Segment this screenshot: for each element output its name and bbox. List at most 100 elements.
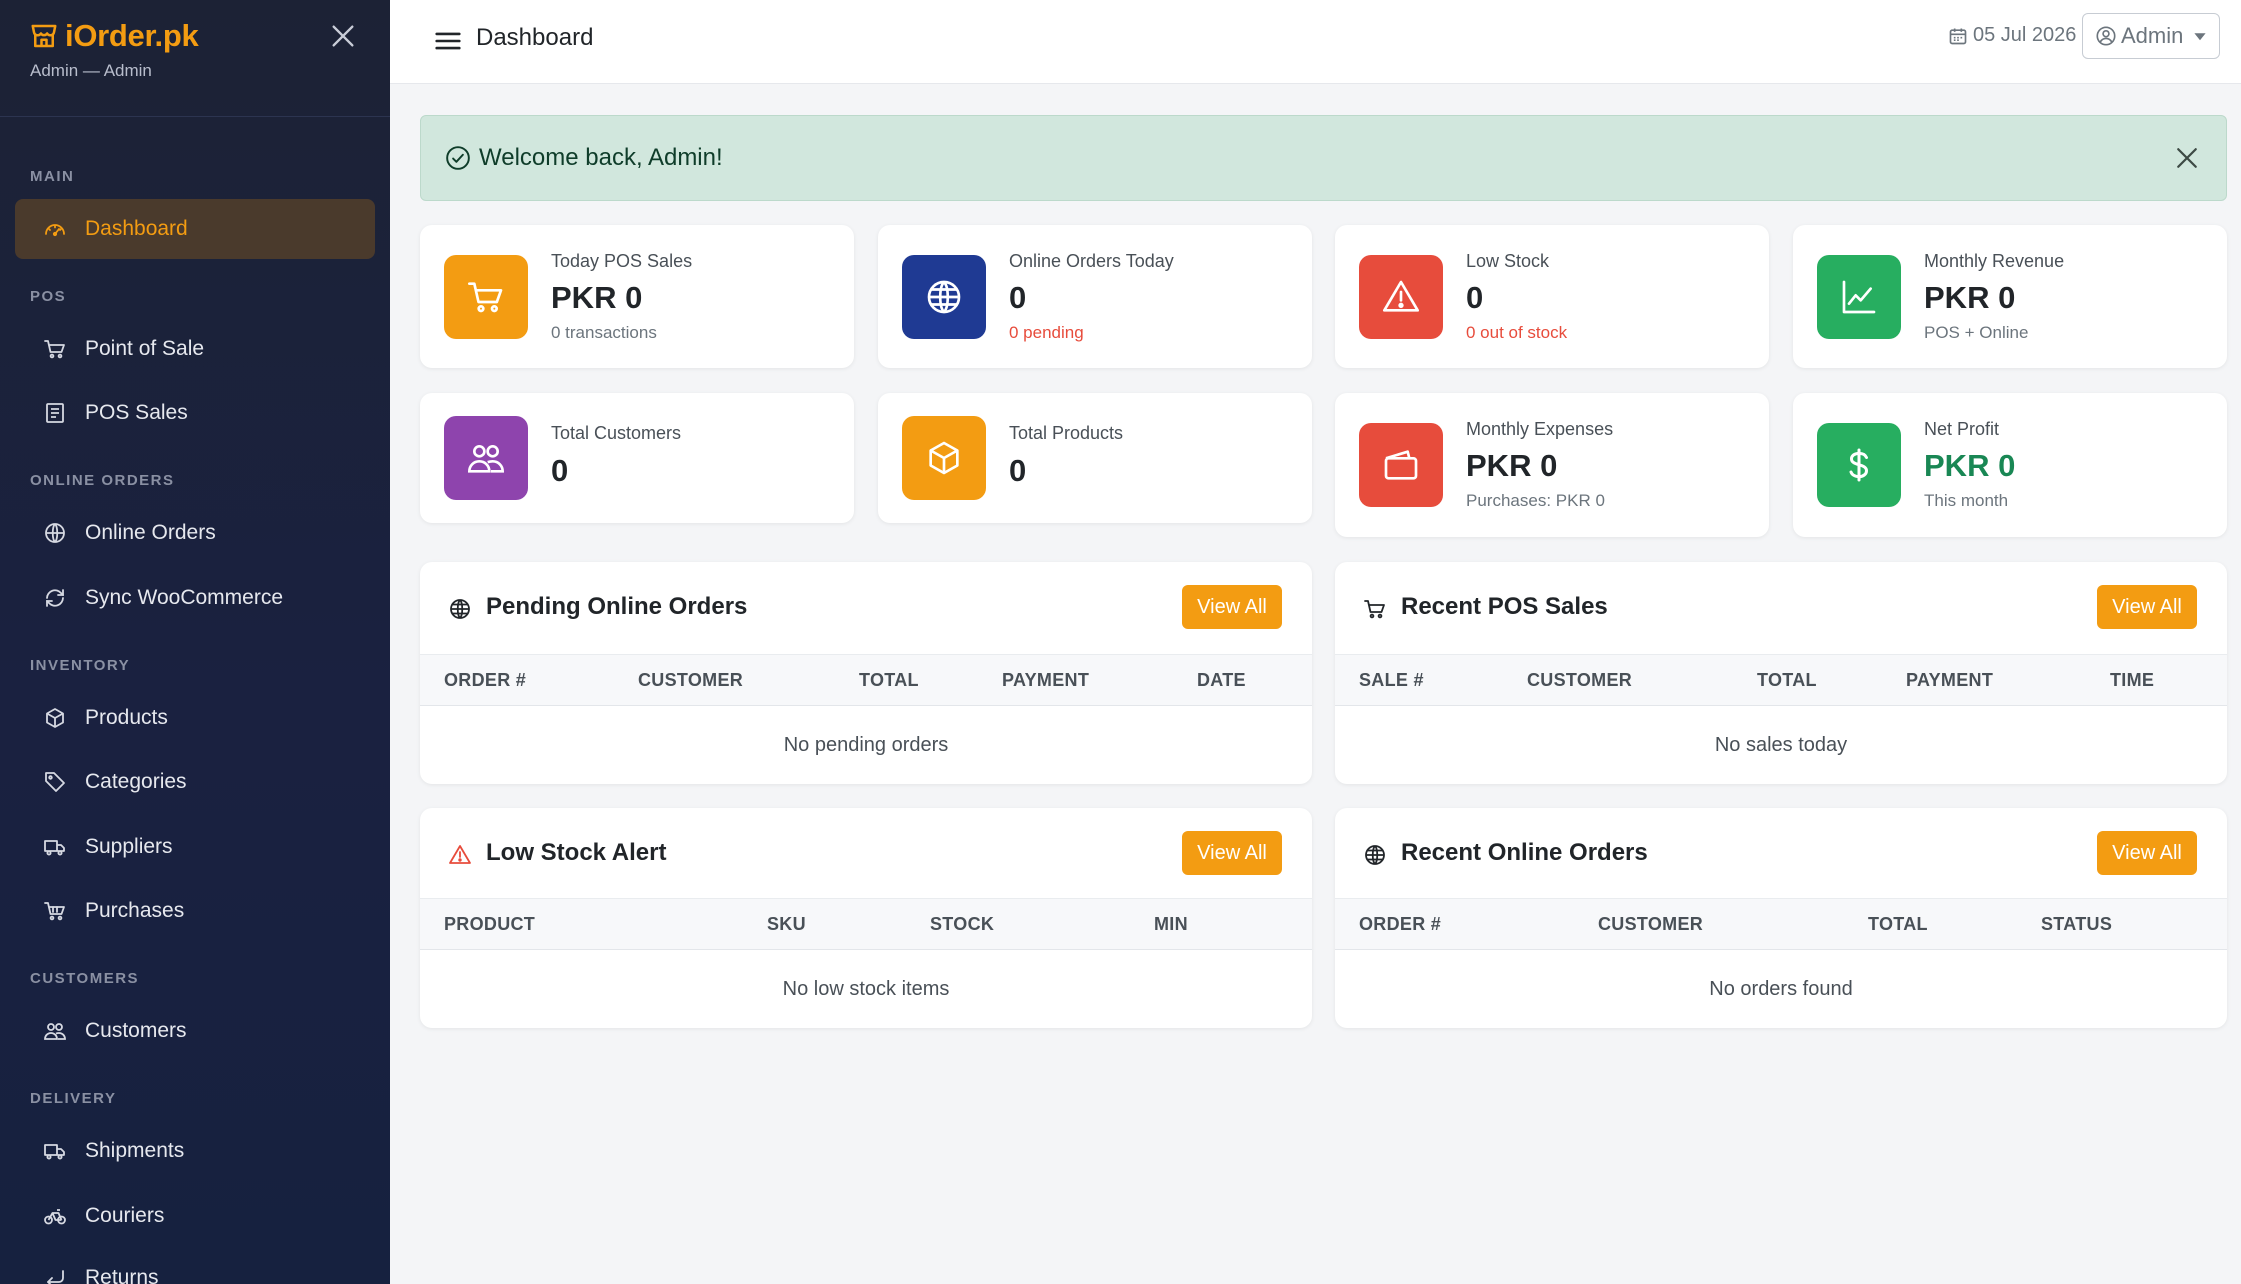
current-date: 05 Jul 2026 xyxy=(1973,24,2077,46)
stat-value: PKR 0 xyxy=(1924,448,2016,483)
stat-card-monthly-revenue[interactable]: Monthly Revenue PKR 0 POS + Online xyxy=(1793,225,2227,368)
column-header[interactable]: STOCK xyxy=(930,914,994,935)
sidebar-item-customers[interactable]: Customers xyxy=(15,1001,375,1061)
sidebar-item-suppliers[interactable]: Suppliers xyxy=(15,817,375,877)
empty-state: No sales today xyxy=(1714,734,1848,756)
bicycle-icon xyxy=(44,1209,66,1225)
sidebar-item-categories[interactable]: Categories xyxy=(15,752,375,812)
sidebar-item-sync-woocommerce[interactable]: Sync WooCommerce xyxy=(15,568,375,628)
sidebar-item-label: POS Sales xyxy=(85,401,188,424)
sidebar-item-point-of-sale[interactable]: Point of Sale xyxy=(15,319,375,379)
sidebar-item-label: Point of Sale xyxy=(85,337,205,360)
topbar: Dashboard 05 Jul 2026 Admin xyxy=(390,0,2241,84)
stat-card-today-pos-sales[interactable]: Today POS Sales PKR 0 0 transactions xyxy=(420,225,854,368)
sidebar-item-label: Sync WooCommerce xyxy=(85,586,284,609)
table-header: SALE # CUSTOMER TOTAL PAYMENT TIME xyxy=(1335,654,2227,706)
tags-icon xyxy=(45,772,65,792)
wallet-icon xyxy=(1384,450,1418,480)
store-icon xyxy=(31,24,57,48)
sidebar-item-label: Couriers xyxy=(85,1204,165,1227)
column-header[interactable]: PAYMENT xyxy=(1906,670,1993,691)
globe-icon xyxy=(1365,845,1385,865)
nav-section-online-orders: ONLINE ORDERS xyxy=(30,472,175,489)
stat-icon-box xyxy=(902,416,986,500)
column-header[interactable]: CUSTOMER xyxy=(638,670,743,691)
receipt-icon xyxy=(46,403,64,423)
truck-icon xyxy=(44,840,65,856)
dollar-icon xyxy=(1849,448,1869,482)
globe-icon xyxy=(927,280,961,314)
stat-icon-box xyxy=(1359,255,1443,339)
recent-online-orders-panel: Recent Online Orders View All ORDER # CU… xyxy=(1335,808,2227,1028)
column-header[interactable]: PRODUCT xyxy=(444,914,535,935)
user-menu-button[interactable]: Admin xyxy=(2082,13,2220,59)
stat-card-net-profit[interactable]: Net Profit PKR 0 This month xyxy=(1793,393,2227,537)
alert-message: Welcome back, Admin! xyxy=(479,144,723,171)
sidebar-item-pos-sales[interactable]: POS Sales xyxy=(15,383,375,443)
close-sidebar-icon[interactable] xyxy=(327,20,359,52)
stat-card-monthly-expenses[interactable]: Monthly Expenses PKR 0 Purchases: PKR 0 xyxy=(1335,393,1769,537)
menu-icon[interactable] xyxy=(430,24,466,58)
stat-label: Monthly Expenses xyxy=(1466,419,1614,439)
panel-header: Pending Online Orders View All xyxy=(420,562,1312,654)
stat-card-total-customers[interactable]: Total Customers 0 xyxy=(420,393,854,523)
column-header[interactable]: ORDER # xyxy=(444,670,526,691)
view-all-pending-orders-button[interactable]: View All xyxy=(1182,585,1282,629)
stat-value: PKR 0 xyxy=(551,280,643,315)
column-header[interactable]: CUSTOMER xyxy=(1527,670,1632,691)
cart-icon xyxy=(468,282,503,313)
panel-header: Low Stock Alert View All xyxy=(420,808,1312,900)
brand[interactable]: iOrder.pk xyxy=(29,18,199,54)
column-header[interactable]: MIN xyxy=(1154,914,1188,935)
cart-icon xyxy=(44,340,65,359)
column-header[interactable]: TOTAL xyxy=(1868,914,1928,935)
welcome-alert: Welcome back, Admin! xyxy=(420,115,2227,201)
view-all-low-stock-button[interactable]: View All xyxy=(1182,831,1282,875)
view-all-online-orders-button[interactable]: View All xyxy=(2097,831,2197,875)
pending-online-orders-panel: Pending Online Orders View All ORDER # C… xyxy=(420,562,1312,784)
sidebar-item-dashboard[interactable]: Dashboard xyxy=(15,199,375,259)
column-header[interactable]: DATE xyxy=(1197,670,1246,691)
column-header[interactable]: STATUS xyxy=(2041,914,2112,935)
column-header[interactable]: TOTAL xyxy=(859,670,919,691)
sidebar-item-products[interactable]: Products xyxy=(15,688,375,748)
sidebar-item-purchases[interactable]: Purchases xyxy=(15,881,375,941)
column-header[interactable]: CUSTOMER xyxy=(1598,914,1703,935)
stat-label: Total Products xyxy=(1009,423,1124,443)
globe-icon xyxy=(45,523,65,543)
stat-card-online-orders-today[interactable]: Online Orders Today 0 0 pending xyxy=(878,225,1312,368)
panel-title: Recent POS Sales xyxy=(1401,593,1608,620)
column-header[interactable]: PAYMENT xyxy=(1002,670,1089,691)
sidebar-item-shipments[interactable]: Shipments xyxy=(15,1121,375,1181)
stat-icon-box xyxy=(1359,423,1443,507)
sidebar-item-label: Purchases xyxy=(85,899,185,922)
box-icon xyxy=(929,441,959,475)
sidebar-item-couriers[interactable]: Couriers xyxy=(15,1186,375,1246)
sidebar-item-online-orders[interactable]: Online Orders xyxy=(15,503,375,563)
panel-header: Recent Online Orders View All xyxy=(1335,808,2227,900)
stat-label: Online Orders Today xyxy=(1009,251,1174,271)
stat-card-total-products[interactable]: Total Products 0 xyxy=(878,393,1312,523)
view-all-pos-sales-button[interactable]: View All xyxy=(2097,585,2197,629)
people-icon xyxy=(467,445,505,473)
column-header[interactable]: TOTAL xyxy=(1757,670,1817,691)
user-menu-label: Admin xyxy=(2121,23,2184,48)
stat-value: 0 xyxy=(1466,280,1484,315)
sidebar-item-returns[interactable]: Returns xyxy=(15,1248,375,1284)
empty-state: No orders found xyxy=(1709,978,1853,1000)
brand-title: iOrder.pk xyxy=(65,18,199,53)
truck-icon xyxy=(44,1144,65,1160)
cart-icon xyxy=(1364,600,1385,619)
column-header[interactable]: ORDER # xyxy=(1359,914,1441,935)
stat-card-low-stock[interactable]: Low Stock 0 0 out of stock xyxy=(1335,225,1769,368)
stat-label: Monthly Revenue xyxy=(1924,251,2065,271)
close-alert-icon[interactable] xyxy=(2172,143,2202,173)
stat-sub: 0 pending xyxy=(1009,323,1084,342)
brand-user-line: Admin — Admin xyxy=(30,61,152,80)
stat-icon-box xyxy=(444,416,528,500)
column-header[interactable]: TIME xyxy=(2110,670,2154,691)
stat-sub: 0 transactions xyxy=(551,323,657,342)
column-header[interactable]: SKU xyxy=(767,914,806,935)
sidebar-item-label: Categories xyxy=(85,770,187,793)
column-header[interactable]: SALE # xyxy=(1359,670,1424,691)
